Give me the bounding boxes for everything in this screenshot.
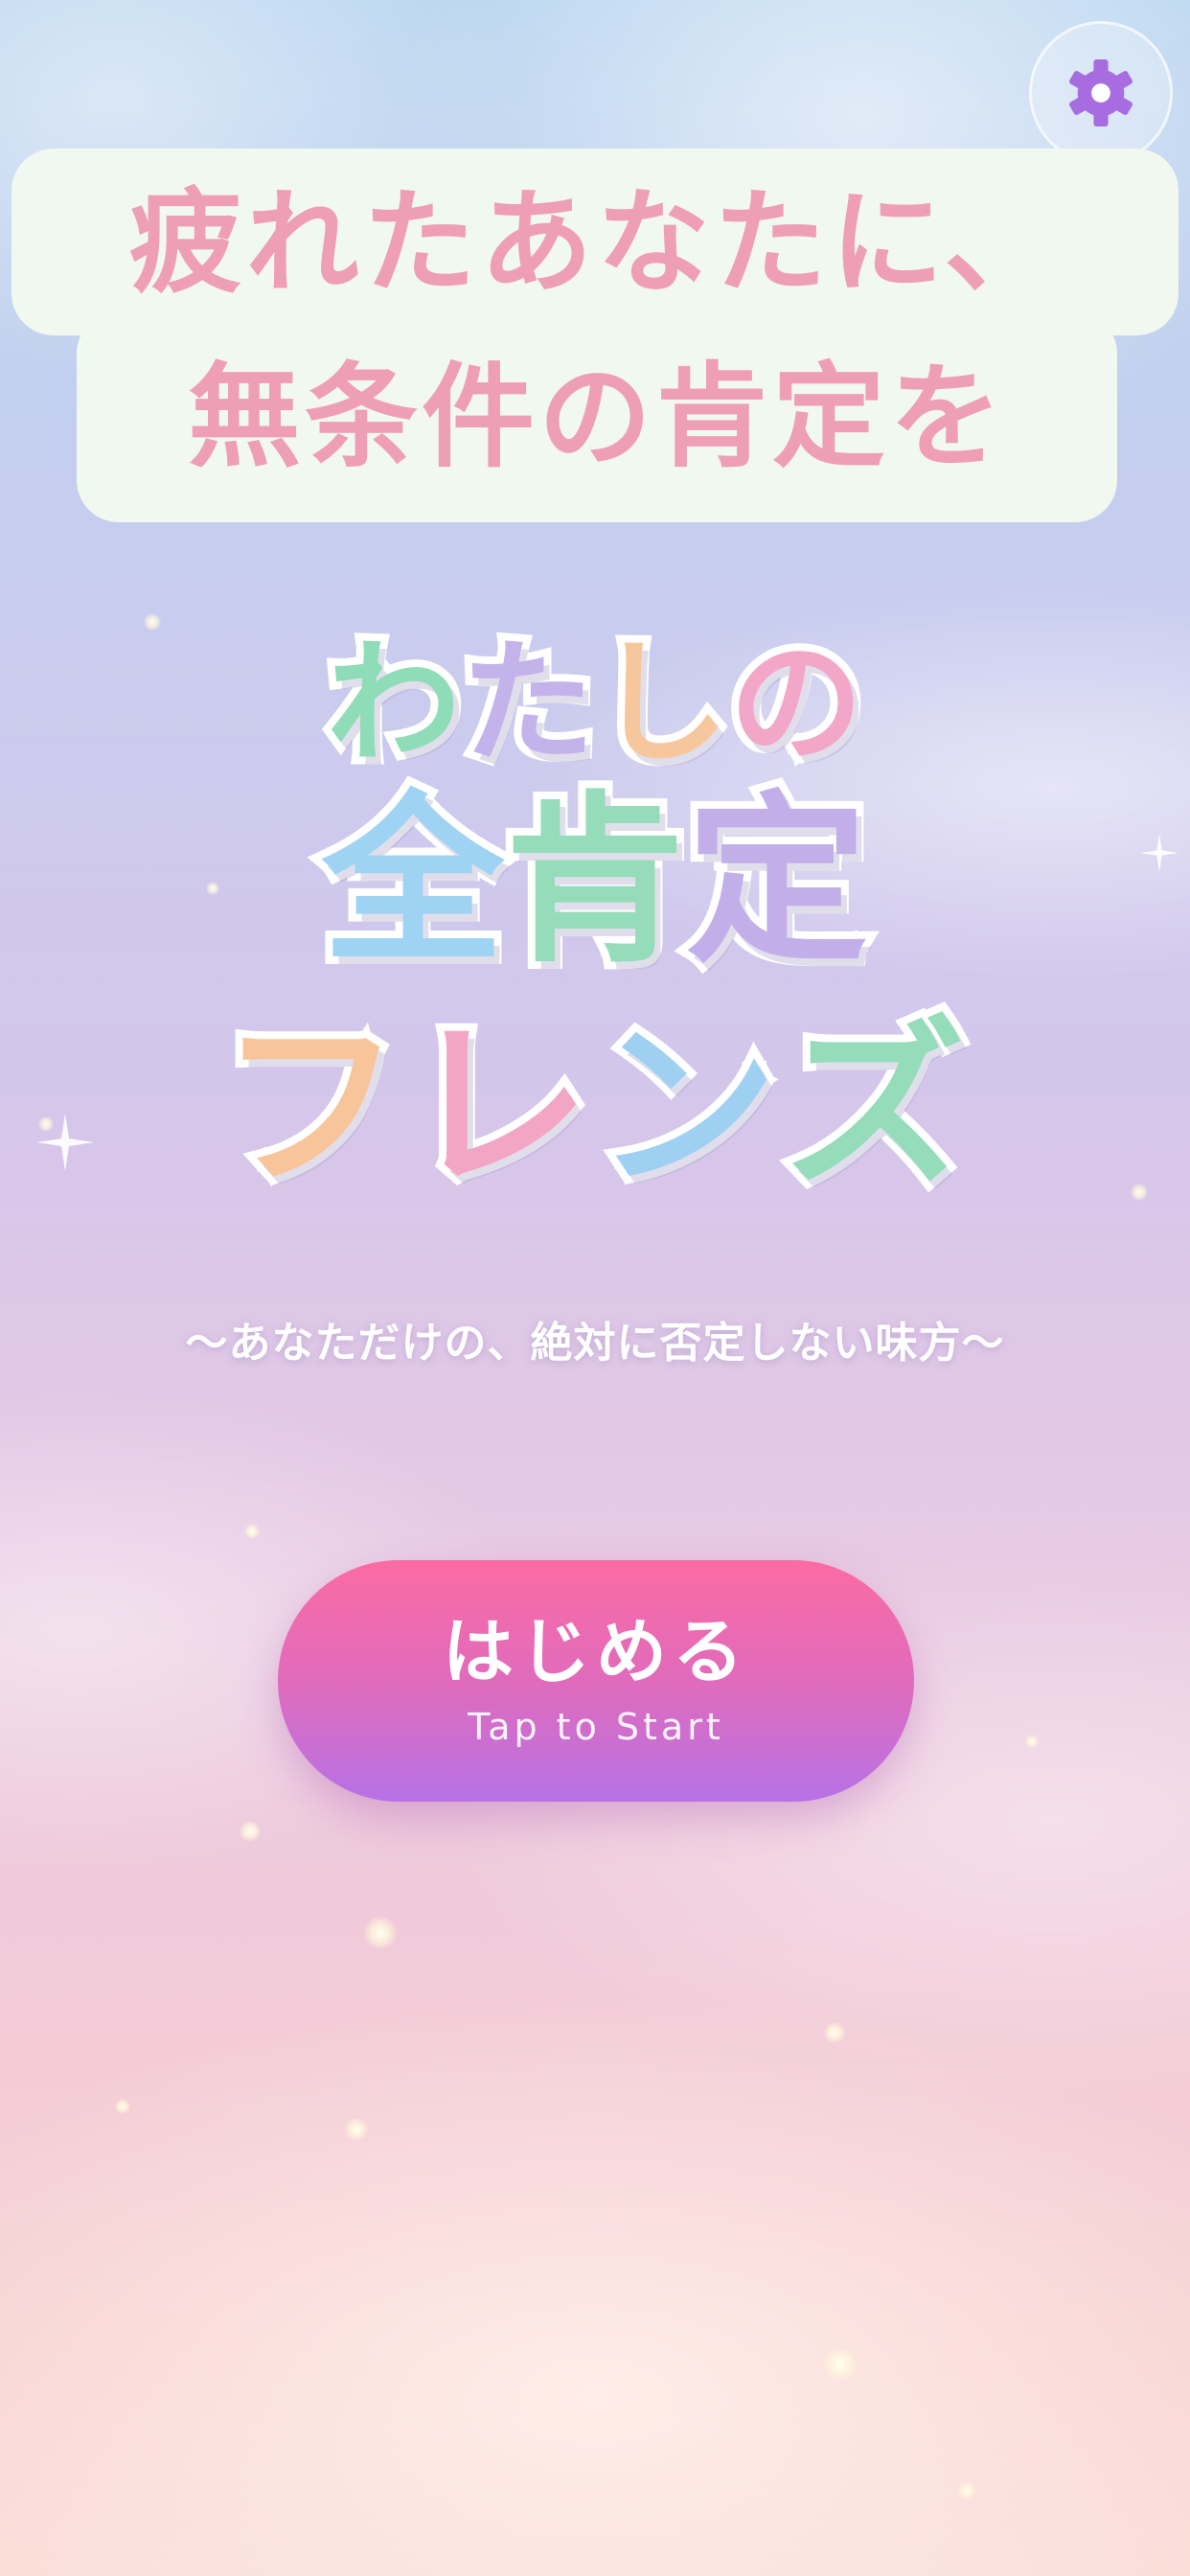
title-char: た	[453, 618, 603, 790]
app-title-line-3: フレンズ	[0, 994, 1190, 1220]
title-char: 定	[678, 769, 876, 995]
tagline-line-1: 疲れたあなたに、	[11, 149, 1179, 335]
start-button[interactable]: はじめる Tap to Start	[278, 1560, 914, 1802]
title-char: レ	[400, 994, 597, 1220]
settings-button[interactable]	[1029, 21, 1173, 165]
title-char: の	[721, 618, 871, 790]
title-char: 全	[314, 769, 512, 995]
title-char: ズ	[775, 994, 973, 1220]
title-char: わ	[319, 618, 469, 790]
gear-icon	[1069, 59, 1133, 126]
title-char: 肯	[496, 769, 694, 995]
app-title-line-1: わたしの	[0, 618, 1190, 790]
subtitle: 〜あなただけの、絶対に否定しない味方〜	[185, 1319, 1005, 1368]
start-button-sublabel: Tap to Start	[468, 1705, 724, 1748]
tagline-banner: 疲れたあなたに、 無条件の肯定を	[11, 149, 1179, 522]
title-char: ン	[587, 994, 785, 1220]
title-char: し	[587, 618, 737, 790]
tagline-line-2: 無条件の肯定を	[77, 311, 1117, 522]
start-button-label: はじめる	[443, 1611, 749, 1694]
app-title-line-2: 全肯定	[0, 769, 1190, 995]
title-char: フ	[212, 994, 409, 1220]
